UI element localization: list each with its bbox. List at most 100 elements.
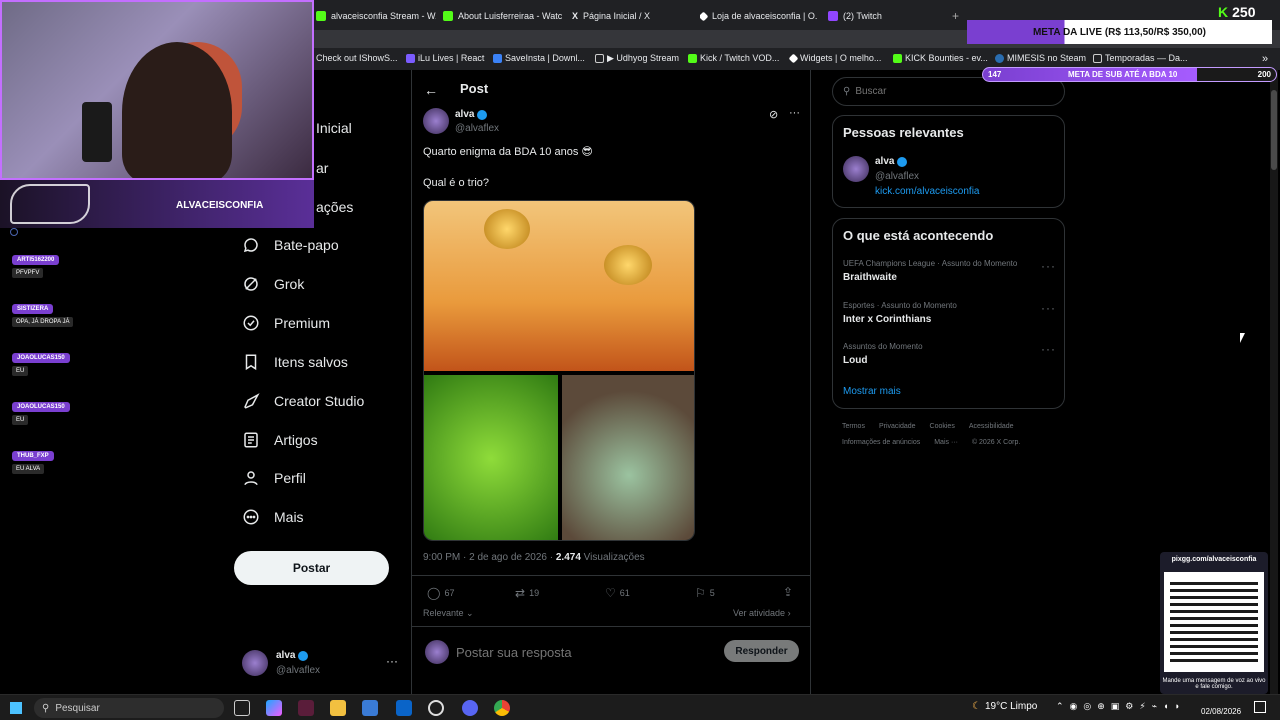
footer-link[interactable]: Informações de anúncios [842,439,920,446]
notification-icon[interactable] [1254,701,1266,713]
nav-item-creator-studio[interactable]: Creator Studio [242,392,364,410]
footer-link[interactable]: Privacidade [879,423,916,430]
trend-item[interactable]: Esportes · Assunto do Momento Inter x Co… [833,297,1066,333]
bookmark-favicon-icon [406,53,415,63]
sub-goal-bar: 147 META DE SUB ATÉ A BDA 10 200 [982,67,1277,82]
scrollbar-thumb[interactable] [1271,90,1277,170]
chat-message: THUB_FXP EU ALVA [12,451,54,474]
bookmark-icon: ⚐ [695,586,706,600]
post-text: Qual é o trio? [423,177,490,189]
trend-more-icon[interactable]: ··· [1041,259,1056,273]
author-handle[interactable]: @alvaflex [455,123,499,134]
reply-action[interactable]: ◯ 67 [427,586,454,600]
post-media[interactable] [423,200,695,541]
bookmark-item[interactable]: SaveInsta | Downl... [493,53,585,63]
nav-item-profile[interactable]: Perfil [242,469,306,487]
copilot-icon[interactable] [266,700,282,716]
grok-explain-icon[interactable]: ⊘ [769,108,778,121]
repost-action[interactable]: ⇄ 19 [515,586,539,600]
account-switcher[interactable]: alva @alvaflex ··· [242,648,402,682]
reply-button[interactable]: Responder [724,640,799,662]
nav-item-chat[interactable]: Bate-papo [242,236,339,254]
chevron-right-icon: › [787,608,791,618]
microphone-icon [82,102,112,162]
relevant-link[interactable]: kick.com/alvaceisconfia [875,186,979,197]
avatar[interactable] [843,156,869,182]
footer-links: Termos Privacidade Cookies Acessibilidad… [842,423,1014,430]
bookmark-item[interactable]: MIMESIS no Steam [995,53,1086,63]
outlook-icon[interactable] [396,700,412,716]
bookmark-item[interactable]: KICK Bounties - ev... [893,53,988,63]
signature-logo [10,184,90,224]
taskbar-search[interactable]: ⚲ Pesquisar [34,698,224,718]
more-dots-icon[interactable]: ··· [386,654,398,668]
kick-icon [316,11,326,21]
tab-kick-stream[interactable]: alvaceisconfia Stream - W... [316,6,436,26]
author-name[interactable]: alva [455,109,474,120]
bookmark-item[interactable]: Check out IShowS... [316,53,398,63]
back-arrow-icon[interactable]: ← [424,82,438,98]
footer-link[interactable]: Termos [842,423,865,430]
discord-icon[interactable] [462,700,478,716]
footer-link[interactable]: Cookies [930,423,955,430]
relevant-name[interactable]: alva [875,156,894,167]
nav-item-premium[interactable]: Premium [242,314,330,332]
page-title: Post [460,81,489,96]
post-button[interactable]: Postar [234,551,389,585]
bookmark-item[interactable]: ▶ Udhyog Stream [595,53,679,64]
bookmark-action[interactable]: ⚐ 5 [695,586,715,600]
obs-icon[interactable] [428,700,444,716]
kick-icon [893,53,902,63]
bookmarks-overflow-icon[interactable]: » [1262,53,1268,65]
footer-link[interactable]: Acessibilidade [969,423,1014,430]
tab-loja[interactable]: Loja de alvaceisconfia | O... [700,6,818,26]
trend-more-icon[interactable]: ··· [1041,301,1056,315]
reply-input[interactable] [456,642,716,662]
task-view-icon[interactable] [234,700,250,716]
trend-item[interactable]: Assuntos do Momento Loud ··· [833,338,1066,374]
system-date[interactable]: 02/08/2026 [1201,707,1241,716]
scrollbar[interactable] [1270,70,1278,694]
bookmark-item[interactable]: Widgets | O melho... [788,53,881,63]
weather-widget[interactable]: ☾ 19°C Limpo [972,701,1037,712]
app-icon[interactable] [298,700,314,716]
trend-item[interactable]: UEFA Champions League · Assunto do Momen… [833,255,1066,291]
store-icon[interactable] [362,700,378,716]
bookmark-item[interactable]: Kick / Twitch VOD... [688,53,779,63]
show-more-link[interactable]: Mostrar mais [843,386,901,397]
divider [412,626,810,627]
nav-item-more[interactable]: Mais [242,508,304,526]
file-explorer-icon[interactable] [330,700,346,716]
sort-dropdown[interactable]: Relevante ⌄ [423,608,474,619]
bookmark-item[interactable]: Temporadas — Da... [1093,53,1188,63]
like-action[interactable]: ♡ 61 [605,586,630,600]
views-label: Visualizações [580,552,645,563]
footer-link[interactable]: Mais ··· [934,439,958,446]
trend-more-icon[interactable]: ··· [1041,342,1056,356]
avatar[interactable] [423,108,449,134]
premium-icon [242,314,260,332]
article-icon [242,431,260,449]
system-tray-icons[interactable]: ⌃◉◎⊕▣⚙⚡⌁◖◗ [1056,701,1186,712]
post-text: Quarto enigma da BDA 10 anos 😎 [423,146,593,158]
tab-about[interactable]: About Luisferreiraa - Watc... [443,6,563,26]
cactus-image[interactable] [562,375,694,540]
new-tab-button[interactable]: + [952,6,964,26]
streamer-name: ALVACEISCONFIA [176,200,264,211]
nav-item-articles[interactable]: Artigos [242,431,318,449]
mint-image[interactable] [424,375,558,540]
share-icon[interactable]: ⇪ [783,585,793,599]
view-activity-link[interactable]: Ver atividade › [733,608,791,618]
tab-x-home[interactable]: X Página Inicial / X [572,6,692,26]
search-input[interactable] [855,86,1036,97]
chrome-icon[interactable] [494,700,510,716]
relevant-people-panel: Pessoas relevantes alva @alvaflex kick.c… [832,115,1065,208]
rose-image[interactable] [424,201,694,371]
nav-item-bookmarks[interactable]: Itens salvos [242,353,348,371]
post-more-icon[interactable]: ··· [789,107,800,119]
start-icon[interactable] [10,702,22,714]
footer-links: Informações de anúncios Mais ··· © 2026 … [842,439,1020,446]
tab-twitch[interactable]: (2) Twitch [828,6,938,26]
nav-item-grok[interactable]: Grok [242,275,304,293]
bookmark-item[interactable]: iLu Lives | React [406,53,484,63]
